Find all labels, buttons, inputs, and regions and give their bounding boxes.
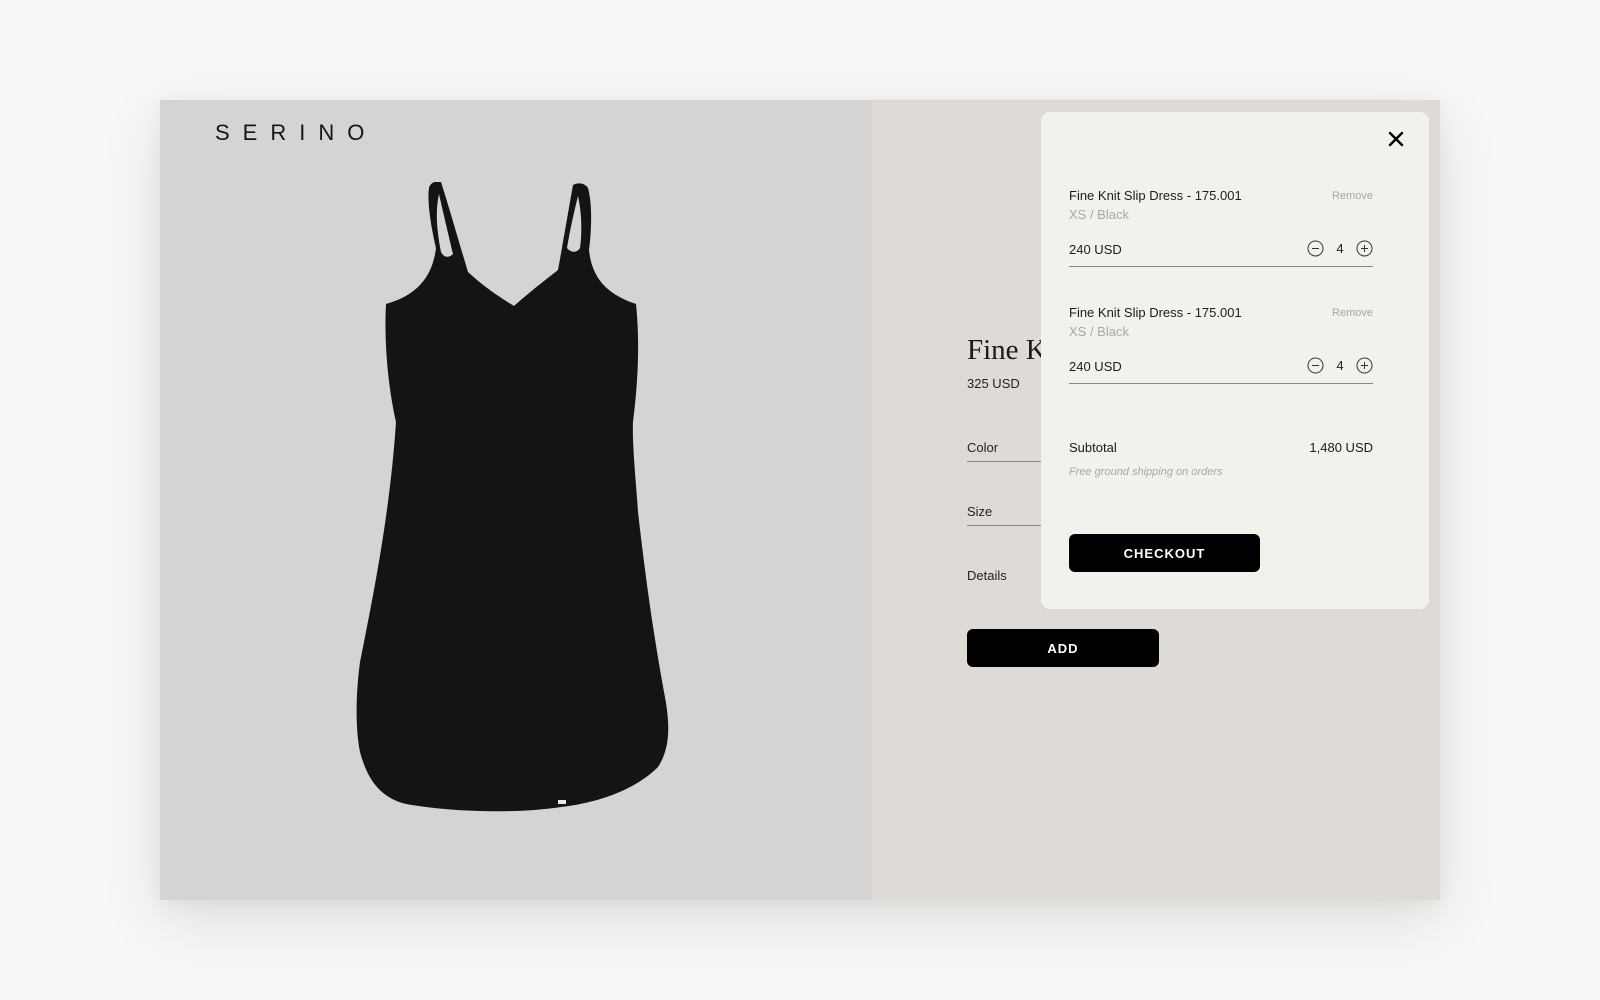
close-cart-button[interactable]	[1385, 128, 1407, 150]
subtotal-label: Subtotal	[1069, 440, 1117, 455]
increase-quantity-button[interactable]	[1356, 240, 1373, 257]
increase-quantity-button[interactable]	[1356, 357, 1373, 374]
size-option-label: Size	[967, 504, 993, 519]
quantity-value: 4	[1336, 241, 1344, 256]
plus-circle-icon	[1356, 240, 1373, 257]
details-option-label: Details	[967, 568, 1007, 583]
decrease-quantity-button[interactable]	[1307, 357, 1324, 374]
close-icon	[1388, 131, 1404, 147]
minus-circle-icon	[1307, 357, 1324, 374]
color-option-label: Color	[967, 440, 999, 455]
cart-item: Fine Knit Slip Dress - 175.001 XS / Blac…	[1069, 305, 1373, 395]
subtotal-value: 1,480 USD	[1309, 440, 1373, 455]
page-frame: SERINO Fine Knit Slip Dress 325 USD Colo…	[160, 100, 1440, 900]
checkout-button[interactable]: CHECKOUT	[1069, 534, 1260, 572]
black-slip-dress-image	[356, 182, 669, 812]
cart-item-name: Fine Knit Slip Dress - 175.001	[1069, 188, 1242, 203]
quantity-stepper: 4	[1307, 357, 1373, 374]
plus-circle-icon	[1356, 357, 1373, 374]
cart-item-divider	[1069, 266, 1373, 267]
shipping-note: Free ground shipping on orders	[1069, 466, 1223, 478]
cart-item-name: Fine Knit Slip Dress - 175.001	[1069, 305, 1242, 320]
cart-item: Fine Knit Slip Dress - 175.001 XS / Blac…	[1069, 188, 1373, 278]
cart-item-price: 240 USD	[1069, 242, 1122, 257]
minus-circle-icon	[1307, 240, 1324, 257]
add-to-cart-button[interactable]: ADD	[967, 629, 1159, 667]
cart-drawer: Fine Knit Slip Dress - 175.001 XS / Blac…	[1041, 112, 1429, 609]
decrease-quantity-button[interactable]	[1307, 240, 1324, 257]
product-image-panel: SERINO	[160, 100, 872, 900]
quantity-value: 4	[1336, 358, 1344, 373]
remove-item-link[interactable]: Remove	[1332, 190, 1373, 202]
cart-item-variant: XS / Black	[1069, 324, 1129, 339]
cart-item-price: 240 USD	[1069, 359, 1122, 374]
product-price: 325 USD	[967, 376, 1020, 391]
brand-logo[interactable]: SERINO	[215, 120, 377, 146]
quantity-stepper: 4	[1307, 240, 1373, 257]
cart-item-variant: XS / Black	[1069, 207, 1129, 222]
remove-item-link[interactable]: Remove	[1332, 307, 1373, 319]
cart-item-divider	[1069, 383, 1373, 384]
